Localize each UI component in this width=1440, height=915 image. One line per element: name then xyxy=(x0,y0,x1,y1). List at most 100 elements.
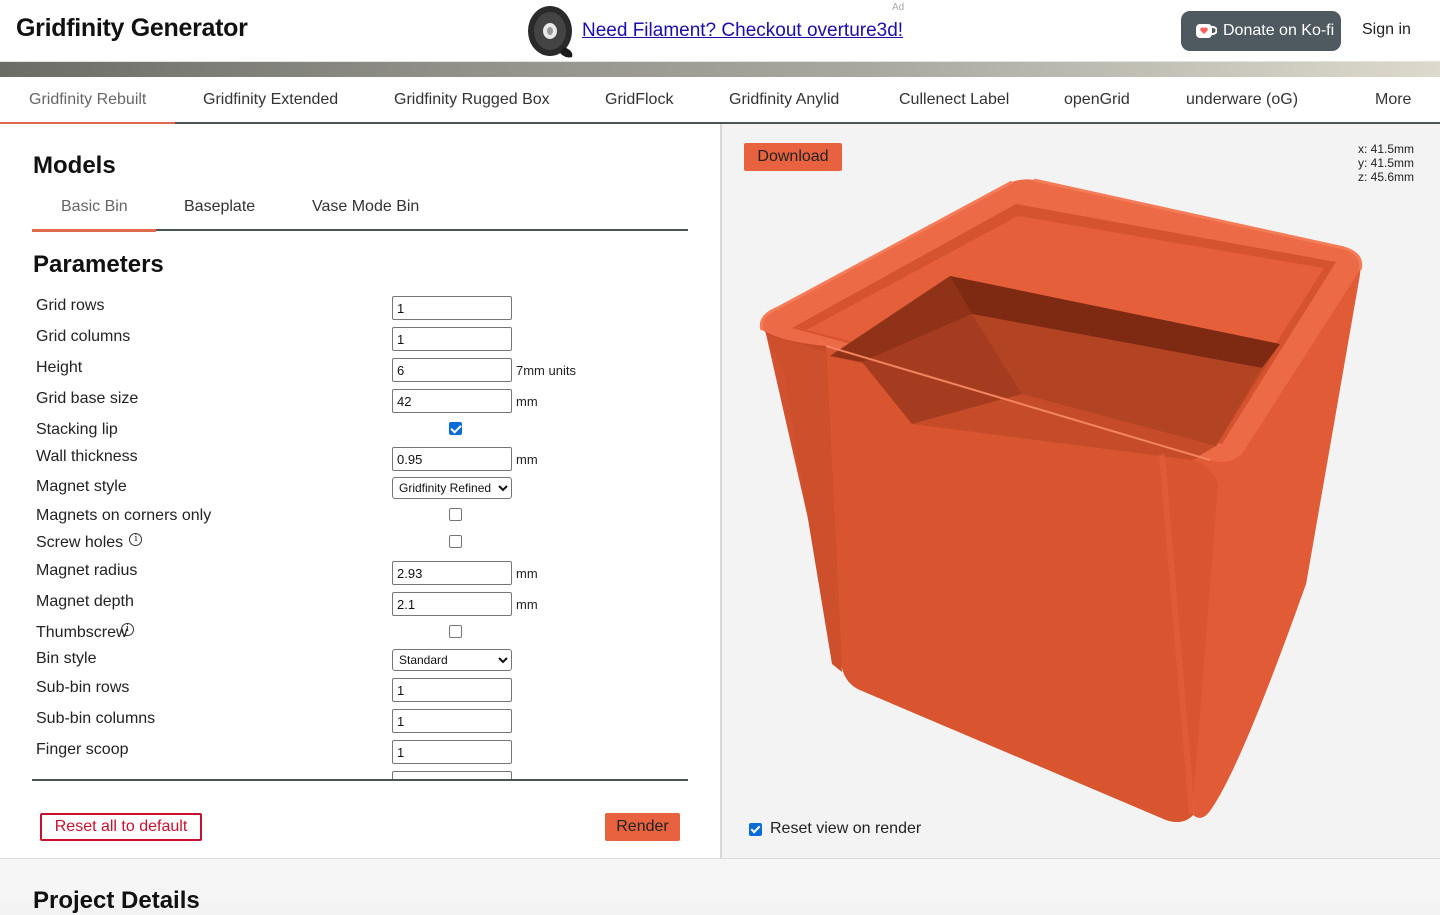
filament-spool-icon xyxy=(528,6,573,58)
project-details-heading: Project Details xyxy=(33,887,200,914)
models-heading: Models xyxy=(33,152,116,179)
parameter-label: Stacking lip xyxy=(36,421,118,438)
parameter-label: Sub-bin rows xyxy=(36,679,130,696)
parameter-row: Stacking lip xyxy=(0,418,720,444)
tab-underware[interactable]: underware (oG) xyxy=(1186,91,1298,109)
reset-view-option[interactable]: Reset view on render xyxy=(749,820,921,838)
parameter-input[interactable] xyxy=(392,358,512,382)
parameter-label: Magnet style xyxy=(36,478,127,495)
parameter-select[interactable]: Gridfinity Refined xyxy=(392,477,512,499)
parameter-unit: mm xyxy=(516,394,538,409)
parameters-divider xyxy=(32,779,688,781)
parameter-input[interactable] xyxy=(392,592,512,616)
parameters-heading: Parameters xyxy=(33,251,164,278)
parameter-row: Sub-bin rows xyxy=(0,676,720,702)
parameter-row: Thumbscrew i xyxy=(0,621,720,647)
parameter-row: Screw holes i xyxy=(0,531,720,557)
parameter-label: Grid rows xyxy=(36,297,105,314)
donate-kofi-button[interactable]: Donate on Ko-fi xyxy=(1181,11,1341,51)
tab-gridfinity-anylid[interactable]: Gridfinity Anylid xyxy=(729,91,839,109)
parameter-unit: mm xyxy=(516,597,538,612)
parameter-input[interactable] xyxy=(392,296,512,320)
project-details-section: Project Details xyxy=(0,858,1440,914)
parameter-select[interactable]: Standard xyxy=(392,649,512,671)
dim-y: y: 41.5mm xyxy=(1358,156,1415,170)
parameter-input[interactable] xyxy=(392,740,512,764)
kofi-cup-icon xyxy=(1196,24,1217,38)
info-icon[interactable]: i xyxy=(121,623,134,636)
tab-opengrid[interactable]: openGrid xyxy=(1064,91,1130,109)
parameter-input[interactable] xyxy=(392,709,512,733)
ad-link[interactable]: Need Filament? Checkout overture3d! xyxy=(582,20,903,42)
dim-z: z: 45.6mm xyxy=(1358,170,1415,184)
parameter-unit: mm xyxy=(516,566,538,581)
header-banner-strip xyxy=(0,62,1440,77)
parameter-label: Height xyxy=(36,359,83,376)
dim-x: x: 41.5mm xyxy=(1358,142,1415,156)
model-tabs: Basic Bin Baseplate Vase Mode Bin xyxy=(32,186,688,232)
tab-gridfinity-rebuilt[interactable]: Gridfinity Rebuilt xyxy=(29,91,146,109)
parameter-row: Bin style Standard xyxy=(0,647,720,673)
parameter-label: Magnet radius xyxy=(36,562,138,579)
parameter-input[interactable] xyxy=(392,327,512,351)
parameter-label: Finger scoop xyxy=(36,741,129,758)
parameter-label: Thumbscrew xyxy=(36,624,128,641)
parameter-checkbox[interactable] xyxy=(449,508,462,521)
dimensions-readout: x: 41.5mm y: 41.5mm z: 45.6mm xyxy=(1358,142,1414,184)
ad-tag: Ad xyxy=(892,2,905,13)
tab-gridfinity-rugged-box[interactable]: Gridfinity Rugged Box xyxy=(394,91,550,109)
reset-view-checkbox[interactable] xyxy=(749,822,762,836)
bin-3d-model[interactable] xyxy=(722,124,1440,858)
reset-view-label: Reset view on render xyxy=(770,820,922,837)
parameter-row: Grid columns xyxy=(0,325,720,351)
tab-vase-mode-bin[interactable]: Vase Mode Bin xyxy=(312,198,419,216)
parameter-checkbox[interactable] xyxy=(449,625,462,638)
parameter-row: Magnet radius mm xyxy=(0,559,720,585)
tab-more[interactable]: More xyxy=(1375,91,1411,109)
parameter-row: Finger scoop xyxy=(0,738,720,764)
kofi-label: Donate on Ko-fi xyxy=(1223,22,1335,39)
parameter-unit: 7mm units xyxy=(516,363,576,378)
tab-gridfinity-extended[interactable]: Gridfinity Extended xyxy=(203,91,338,109)
parameter-row: Height 7mm units xyxy=(0,356,720,382)
model-family-nav: Gridfinity Rebuilt Gridfinity Extended G… xyxy=(0,77,1440,125)
parameter-unit: mm xyxy=(516,452,538,467)
brand-title[interactable]: Gridfinity Generator xyxy=(16,14,248,43)
sign-in-link[interactable]: Sign in xyxy=(1362,21,1411,39)
render-button[interactable]: Render xyxy=(605,813,680,841)
parameter-label: Screw holes xyxy=(36,534,124,551)
parameter-input[interactable] xyxy=(392,678,512,702)
ad-banner[interactable]: Need Filament? Checkout overture3d! Ad xyxy=(526,2,905,60)
parameter-input[interactable] xyxy=(392,447,512,471)
parameter-row: Grid rows xyxy=(0,294,720,320)
parameter-row: Magnets on corners only xyxy=(0,504,720,530)
parameter-label: Grid base size xyxy=(36,390,139,407)
parameter-row: Magnet depth mm xyxy=(0,590,720,616)
3d-viewer[interactable]: Download x: 41.5mm y: 41.5mm z: 45.6mm R… xyxy=(722,124,1440,858)
active-subtab-indicator xyxy=(32,229,156,232)
top-header: Gridfinity Generator Need Filament? Chec… xyxy=(0,0,1440,62)
parameter-label: Bin style xyxy=(36,650,97,667)
parameter-checkbox[interactable] xyxy=(449,422,462,435)
parameter-label: Grid columns xyxy=(36,328,131,345)
parameter-input[interactable] xyxy=(392,389,512,413)
reset-all-button[interactable]: Reset all to default xyxy=(40,813,202,841)
parameter-row: Sub-bin columns xyxy=(0,707,720,733)
parameter-label: Wall thickness xyxy=(36,448,138,465)
parameter-label: Magnet depth xyxy=(36,593,134,610)
parameter-row: Grid base size mm xyxy=(0,387,720,413)
tab-basic-bin[interactable]: Basic Bin xyxy=(61,198,128,216)
tab-gridflock[interactable]: GridFlock xyxy=(605,91,673,109)
parameter-label: Sub-bin columns xyxy=(36,710,156,727)
parameter-row: Magnet style Gridfinity Refined xyxy=(0,475,720,501)
tab-baseplate[interactable]: Baseplate xyxy=(184,198,255,216)
parameter-row: Wall thickness mm xyxy=(0,445,720,471)
info-icon[interactable]: i xyxy=(129,533,143,546)
parameter-label: Magnets on corners only xyxy=(36,507,212,524)
settings-panel: Models Basic Bin Baseplate Vase Mode Bin… xyxy=(0,124,720,858)
parameters-list: Grid rows Grid columns Height 7mm units Grid… xyxy=(0,294,720,780)
parameter-checkbox[interactable] xyxy=(449,535,462,548)
parameter-input[interactable] xyxy=(392,561,512,585)
download-button[interactable]: Download xyxy=(744,143,842,171)
tab-cullenect-label[interactable]: Cullenect Label xyxy=(899,91,1009,109)
